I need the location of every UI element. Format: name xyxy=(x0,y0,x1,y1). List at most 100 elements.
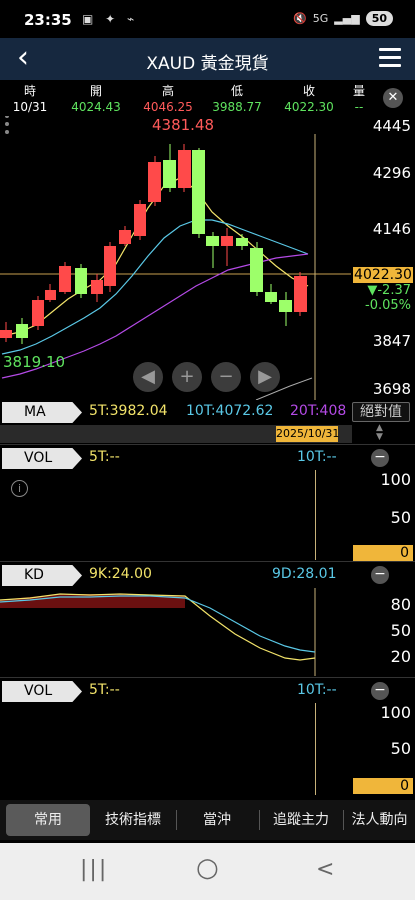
candle-up xyxy=(221,236,233,246)
recent-apps-icon[interactable]: ||| xyxy=(80,857,108,882)
kd-indicator-bar: KD 9K:24.00 9D:28.01 − xyxy=(0,563,415,587)
candle-down xyxy=(16,324,28,338)
price-tick: 3698 xyxy=(372,380,411,398)
ma5-value: 5T:3982.04 xyxy=(89,403,168,419)
kd-tick: 80 xyxy=(390,595,411,614)
chart-nav-buttons: ◀ + − ▶ xyxy=(133,362,280,392)
info-icon[interactable]: i xyxy=(11,480,28,497)
divider xyxy=(0,677,415,678)
ma20-value: 20T:408 xyxy=(290,403,347,419)
tab-track-main-force[interactable]: 追蹤主力 xyxy=(260,804,342,836)
ma10-value: 10T:4072.62 xyxy=(186,403,274,419)
vol-zero-badge: 0 xyxy=(353,545,413,561)
collapse-panel-button[interactable]: − xyxy=(371,682,389,700)
tab-day-trade[interactable]: 當沖 xyxy=(177,804,257,836)
quote-value: 4024.43 xyxy=(71,100,121,114)
price-tick: 4146 xyxy=(372,220,411,238)
status-bar: 23:35 ▣ ✦ ⌁ 🔇 5G ▂▄▆ 50 xyxy=(0,0,415,40)
quote-bar: 時 10/31 開 4024.43 高 4046.25 低 3988.77 收 … xyxy=(0,82,415,116)
quote-open: 開 4024.43 xyxy=(66,82,126,114)
vol2-tag-button[interactable]: VOL xyxy=(2,681,82,702)
quote-value: -- xyxy=(354,100,364,114)
price-axis: 4445 4296 4146 3847 3698 xyxy=(353,116,415,400)
ma-tag-button[interactable]: MA xyxy=(2,402,82,423)
candle-up xyxy=(134,204,146,236)
candle-up xyxy=(178,150,191,188)
high-label: 4381.48 xyxy=(152,116,215,134)
status-notification-icons: ▣ ✦ ⌁ xyxy=(82,12,139,26)
vol10-value: 10T:-- xyxy=(297,449,337,465)
quote-high: 高 4046.25 xyxy=(138,82,198,114)
candle-down xyxy=(236,238,248,246)
price-tick: 3847 xyxy=(372,332,411,350)
vol2-tick: 50 xyxy=(390,739,411,758)
price-tick: 4445 xyxy=(372,117,411,135)
candle-up xyxy=(104,246,116,286)
vol2-10-value: 10T:-- xyxy=(297,682,337,698)
app-header: ‹ XAUD 黃金現貨 xyxy=(0,38,415,80)
price-change: ▼-2.37 xyxy=(367,283,411,298)
zoom-out-button[interactable]: − xyxy=(211,362,241,392)
quote-label: 開 xyxy=(89,84,102,98)
absolute-value-button[interactable]: 絕對值 xyxy=(352,402,410,422)
quote-time: 時 10/31 xyxy=(8,82,52,114)
back-icon[interactable]: < xyxy=(316,857,334,882)
price-change-pct: -0.05% xyxy=(365,298,411,313)
status-time: 23:35 xyxy=(24,11,72,29)
candle-up xyxy=(91,280,103,294)
candle-down xyxy=(163,160,176,188)
current-price-badge: 4022.30 xyxy=(353,267,413,283)
candle-up xyxy=(119,230,131,244)
quote-label: 低 xyxy=(230,84,243,98)
scroll-right-button[interactable]: ▶ xyxy=(250,362,280,392)
collapse-panel-button[interactable]: − xyxy=(371,449,389,467)
candle-up xyxy=(294,276,307,312)
signal-label: 5G xyxy=(312,12,329,25)
kd-axis: 80 50 20 xyxy=(353,590,415,676)
kd-chart[interactable] xyxy=(0,588,352,676)
scroll-arrows-icon[interactable]: ▲ ▼ xyxy=(376,424,383,442)
candle-down xyxy=(75,268,87,294)
quote-value: 3988.77 xyxy=(212,100,262,114)
vol-tick: 50 xyxy=(390,508,411,527)
candle-up xyxy=(148,162,161,202)
hamburger-menu-icon[interactable] xyxy=(379,48,401,72)
candle-down xyxy=(192,150,205,234)
kd-tick: 20 xyxy=(390,647,411,666)
vol2-5-value: 5T:-- xyxy=(89,682,120,698)
date-strip: 2025/10/31 xyxy=(0,425,352,443)
candle-up xyxy=(32,300,44,326)
mute-icon: 🔇 xyxy=(293,12,307,25)
scroll-left-button[interactable]: ◀ xyxy=(133,362,163,392)
close-icon[interactable]: ✕ xyxy=(383,88,403,108)
d-value: 9D:28.01 xyxy=(272,566,337,582)
quote-label: 時 xyxy=(23,84,36,98)
candle-down xyxy=(265,292,277,302)
tab-technical-indicators[interactable]: 技術指標 xyxy=(92,804,174,836)
quote-low: 低 3988.77 xyxy=(207,82,267,114)
cursor-line xyxy=(315,470,316,560)
battery-icon: 50 xyxy=(365,11,393,26)
k-value: 9K:24.00 xyxy=(89,566,152,582)
divider xyxy=(0,444,415,445)
home-icon[interactable]: ○ xyxy=(196,853,219,883)
quote-label: 量 xyxy=(352,84,365,98)
vol-tag-button[interactable]: VOL xyxy=(2,448,82,469)
tab-institutional[interactable]: 法人動向 xyxy=(344,804,415,836)
vol2-tick: 100 xyxy=(380,703,411,722)
vol-indicator-bar: VOL 5T:-- 10T:-- − xyxy=(0,446,415,470)
kd-tag-button[interactable]: KD xyxy=(2,565,82,586)
kd-tick: 50 xyxy=(390,621,411,640)
cursor-date: 2025/10/31 xyxy=(276,426,340,442)
candle-down xyxy=(206,236,219,246)
bottom-tab-bar: 常用 技術指標 當沖 追蹤主力 法人動向 xyxy=(0,800,415,840)
vol2-indicator-bar: VOL 5T:-- 10T:-- − xyxy=(0,679,415,703)
zoom-in-button[interactable]: + xyxy=(172,362,202,392)
divider xyxy=(0,561,415,562)
collapse-panel-button[interactable]: − xyxy=(371,566,389,584)
vol2-zero-badge: 0 xyxy=(353,778,413,794)
tab-common[interactable]: 常用 xyxy=(6,804,90,836)
page-title: XAUD 黃金現貨 xyxy=(146,54,269,74)
candle-up xyxy=(0,330,12,338)
quote-volume: 量 -- xyxy=(348,82,370,114)
